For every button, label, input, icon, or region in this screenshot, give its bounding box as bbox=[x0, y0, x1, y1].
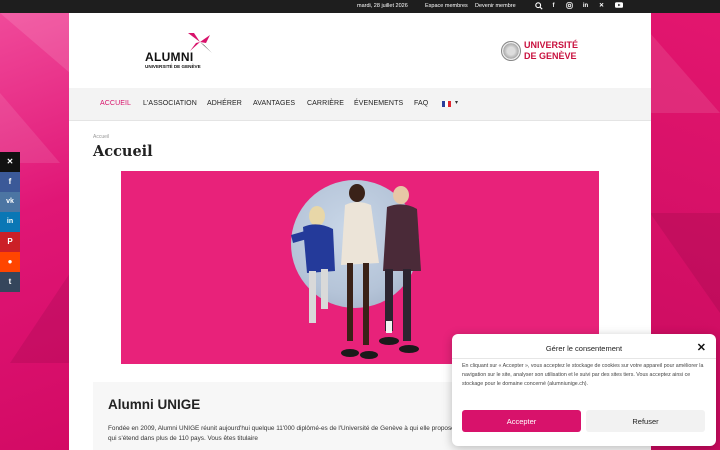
top-bar: mardi, 28 juillet 2026 Espace membres De… bbox=[0, 0, 720, 13]
facebook-icon[interactable]: f bbox=[549, 2, 558, 11]
share-facebook-icon[interactable]: f bbox=[0, 172, 20, 192]
refuse-button[interactable]: Refuser bbox=[586, 410, 705, 432]
unige-seal-icon bbox=[501, 41, 521, 61]
alumni-logo-word: ALUMNI bbox=[145, 50, 194, 64]
share-x-icon[interactable]: ✕ bbox=[0, 152, 20, 172]
current-date: mardi, 28 juillet 2026 bbox=[357, 3, 408, 9]
page-title: Accueil bbox=[93, 143, 153, 160]
nav-item-avantages[interactable]: AVANTAGES bbox=[253, 100, 295, 107]
divider bbox=[452, 358, 716, 359]
nav-item-evenements[interactable]: ÉVENEMENTS bbox=[354, 100, 403, 107]
unige-name: UNIVERSITÉ DE GENÈVE bbox=[524, 40, 579, 61]
cookie-consent-dialog: Gérer le consentement ✕ En cliquant sur … bbox=[452, 334, 716, 446]
share-vk-icon[interactable]: vk bbox=[0, 192, 20, 212]
become-member-link[interactable]: Devenir membre bbox=[475, 3, 516, 9]
nav-item-adherer[interactable]: ADHÉRER bbox=[207, 100, 242, 107]
cookie-text: En cliquant sur « Accepter », vous accep… bbox=[462, 363, 704, 387]
alumni-logo[interactable]: ALUMNI UNIVERSITÉ DE GENÈVE bbox=[145, 33, 215, 73]
breadcrumb[interactable]: Accueil bbox=[93, 134, 109, 140]
close-icon[interactable]: ✕ bbox=[697, 341, 706, 354]
linkedin-icon[interactable]: in bbox=[581, 2, 590, 11]
chevron-down-icon[interactable]: ▾ bbox=[455, 99, 458, 106]
share-tumblr-icon[interactable]: t bbox=[0, 272, 20, 292]
share-pinterest-icon[interactable]: P bbox=[0, 232, 20, 252]
unige-logo[interactable]: UNIVERSITÉ DE GENÈVE bbox=[501, 38, 581, 66]
french-flag-icon[interactable] bbox=[442, 101, 451, 107]
member-area-link[interactable]: Espace membres bbox=[425, 3, 468, 9]
nav-item-association[interactable]: L'ASSOCIATION bbox=[143, 100, 197, 107]
social-share-bar: ✕ f vk in P ● t bbox=[0, 152, 20, 292]
share-reddit-icon[interactable]: ● bbox=[0, 252, 20, 272]
instagram-icon[interactable] bbox=[565, 2, 574, 11]
site-header: ALUMNI UNIVERSITÉ DE GENÈVE UNIVERSITÉ DE… bbox=[69, 13, 651, 88]
search-icon[interactable] bbox=[534, 2, 543, 11]
share-linkedin-icon[interactable]: in bbox=[0, 212, 20, 232]
nav-item-carriere[interactable]: CARRIÈRE bbox=[307, 100, 344, 107]
alumni-logo-subtitle: UNIVERSITÉ DE GENÈVE bbox=[145, 64, 201, 69]
x-icon[interactable]: ✕ bbox=[597, 2, 606, 11]
main-navigation: ACCUEIL L'ASSOCIATION ADHÉRER AVANTAGES … bbox=[69, 88, 651, 121]
intro-title: Alumni UNIGE bbox=[108, 397, 201, 412]
accept-button[interactable]: Accepter bbox=[462, 410, 581, 432]
youtube-icon[interactable] bbox=[614, 2, 623, 11]
nav-item-accueil[interactable]: ACCUEIL bbox=[100, 100, 131, 107]
nav-item-faq[interactable]: FAQ bbox=[414, 100, 428, 107]
cookie-title: Gérer le consentement bbox=[545, 344, 623, 353]
